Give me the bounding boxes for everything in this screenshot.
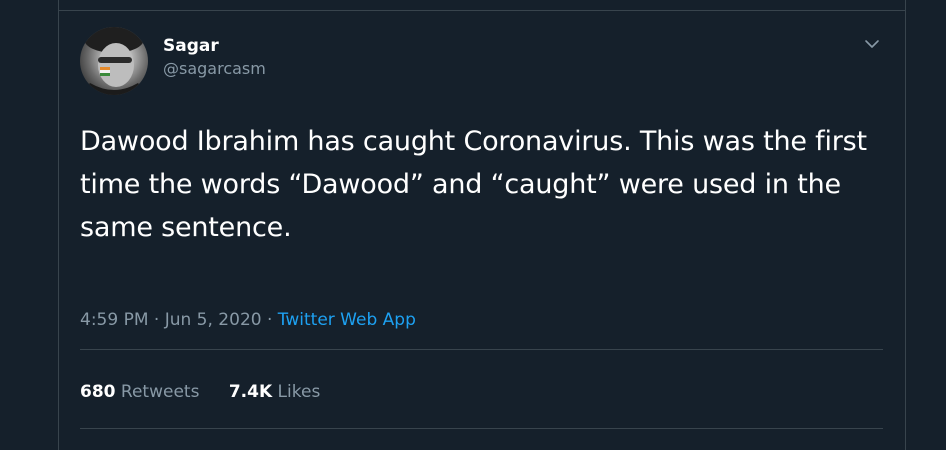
avatar[interactable] [80, 27, 148, 95]
tweet-metadata: 4:59 PM · Jun 5, 2020 · Twitter Web App [80, 309, 416, 331]
avatar-photo-icon [80, 27, 148, 95]
tweet-source-link[interactable]: Twitter Web App [278, 310, 416, 330]
tweet-time[interactable]: 4:59 PM [80, 310, 149, 330]
meta-separator: · [266, 310, 273, 330]
author-handle[interactable]: @sagarcasm [163, 58, 266, 80]
tweet-text: Dawood Ibrahim has caught Coronavirus. T… [80, 126, 867, 243]
likes-count: 7.4K [228, 382, 273, 402]
likes-label: Likes [277, 382, 321, 402]
tweet-date[interactable]: Jun 5, 2020 [165, 310, 262, 330]
retweets-stat[interactable]: 680 Retweets [80, 381, 199, 403]
likes-stat[interactable]: 7.4K Likes [229, 381, 320, 403]
chevron-down-icon[interactable] [864, 37, 880, 51]
retweets-label: Retweets [120, 382, 200, 402]
author-block: Sagar @sagarcasm [163, 36, 266, 80]
retweets-count: 680 [80, 382, 116, 402]
divider [80, 428, 883, 429]
divider [80, 349, 883, 350]
meta-separator: · [153, 310, 160, 330]
tweet-stats: 680 Retweets 7.4K Likes [80, 381, 320, 403]
author-name[interactable]: Sagar [163, 36, 266, 56]
